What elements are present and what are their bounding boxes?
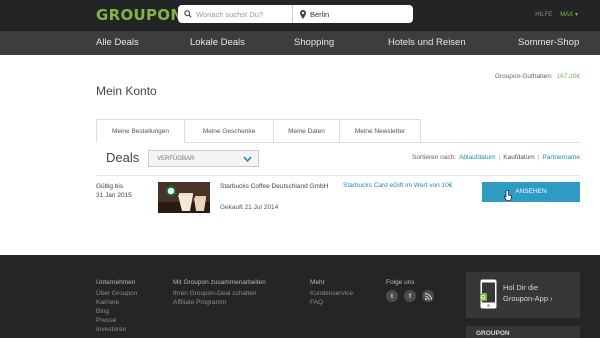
groupon-logo[interactable]: GROUPON xyxy=(96,6,183,24)
balance: Groupon-Guthaben: 167,30€ xyxy=(495,73,580,80)
header-links: HILFE MAX ▾ xyxy=(535,11,578,19)
location-field[interactable] xyxy=(294,5,413,23)
sort-separator: | xyxy=(498,154,501,161)
chevron-down-icon xyxy=(243,156,252,163)
footer-link[interactable]: Affiliate Programm xyxy=(173,298,266,307)
location-input[interactable] xyxy=(310,9,400,19)
footer-col-company: Unternehmen Über Groupon Karriere Blog P… xyxy=(96,278,137,334)
search-field[interactable] xyxy=(178,5,293,23)
location-pin-icon xyxy=(300,9,306,19)
footer-link[interactable]: FAQ xyxy=(310,298,353,307)
nav-item-hotels[interactable]: Hotels und Reisen xyxy=(388,31,466,55)
footer-link[interactable]: Investoren xyxy=(96,325,137,334)
search-icon xyxy=(184,10,192,18)
tab-orders[interactable]: Meine Bestellungen xyxy=(96,119,185,143)
nav-item-shopping[interactable]: Shopping xyxy=(294,31,334,55)
deal-title-link[interactable]: Starbucks Card eGift im Wert von 10€ xyxy=(343,182,452,189)
sort-partner[interactable]: Partnername xyxy=(542,154,580,161)
account-tabs: Meine Bestellungen Meine Geschenke Meine… xyxy=(96,119,421,143)
nav-item-all-deals[interactable]: Alle Deals xyxy=(96,31,139,55)
app-promo-line1: Hol Dir die xyxy=(503,283,539,292)
search-bar xyxy=(178,5,413,23)
footer-heading: Mit Groupon zusammenarbeiten xyxy=(173,279,266,286)
facebook-icon[interactable]: f xyxy=(404,290,416,302)
deal-thumbnail[interactable] xyxy=(158,182,210,213)
footer-link[interactable]: Kundenservice xyxy=(310,289,353,298)
nav-item-local-deals[interactable]: Lokale Deals xyxy=(190,31,245,55)
deal-row-divider xyxy=(96,175,580,176)
tabs-divider xyxy=(281,142,580,143)
mouse-cursor-icon xyxy=(504,190,512,201)
deals-heading: Deals xyxy=(106,150,140,165)
sort-label: Sortieren nach: xyxy=(411,154,457,161)
app-promo-text[interactable]: Hol Dir die Groupon-App › xyxy=(503,282,553,304)
footer-heading: Mehr xyxy=(310,279,325,286)
user-name: MAX xyxy=(560,12,574,18)
deal-validity: Gültig bis 31 Jan 2015 xyxy=(96,182,132,200)
footer-heading: Unternehmen xyxy=(96,279,136,286)
sort-options: Sortieren nach: Ablaufdatum | Kaufdatum … xyxy=(412,154,580,161)
app-promo-2-label: GROUPON xyxy=(476,330,510,337)
footer-link[interactable]: Ihren Groupon-Deal schalten xyxy=(173,289,266,298)
rss-glyph-icon xyxy=(424,292,432,300)
social-links: t f xyxy=(386,290,434,302)
footer-heading: Folge uns xyxy=(386,279,415,286)
tab-gifts[interactable]: Meine Geschenke xyxy=(185,119,274,143)
footer-col-follow: Folge uns xyxy=(386,278,415,289)
coffee-cups-image xyxy=(158,182,210,213)
svg-text:G: G xyxy=(481,295,486,301)
search-input[interactable] xyxy=(196,9,286,19)
tab-newsletter[interactable]: Meine Newsletter xyxy=(340,119,421,143)
merchant-name: Starbucks Coffee Deutschland GmbH xyxy=(220,183,329,190)
view-deal-button[interactable]: ANSEHEN xyxy=(482,182,580,202)
deal-status-select[interactable]: VERFÜGBAR xyxy=(148,150,259,167)
app-promo-2[interactable]: GROUPON xyxy=(466,326,580,338)
footer-link[interactable]: Über Groupon xyxy=(96,289,137,298)
footer-link[interactable]: Presse xyxy=(96,316,137,325)
footer-link[interactable]: Karriere xyxy=(96,298,137,307)
page-title: Mein Konto xyxy=(96,84,157,98)
twitter-icon[interactable]: t xyxy=(386,290,398,302)
footer-col-partners: Mit Groupon zusammenarbeiten Ihren Group… xyxy=(173,278,266,307)
phone-icon: G xyxy=(480,279,497,309)
balance-value: 167,30€ xyxy=(556,73,581,80)
valid-label: Gültig bis xyxy=(96,183,124,190)
footer-col-more: Mehr Kundenservice FAQ xyxy=(310,278,353,307)
rss-icon[interactable] xyxy=(422,290,434,302)
user-menu[interactable]: MAX ▾ xyxy=(560,11,578,18)
help-link[interactable]: HILFE xyxy=(535,12,552,18)
app-promo-line2: Groupon-App › xyxy=(503,294,553,303)
purchase-date: Gekauft 21 Jul 2014 xyxy=(220,204,279,211)
sort-separator: | xyxy=(537,154,540,161)
deal-status-value: VERFÜGBAR xyxy=(157,155,195,162)
valid-date: 31 Jan 2015 xyxy=(96,192,132,199)
balance-label: Groupon-Guthaben: xyxy=(494,73,553,80)
sort-expiry[interactable]: Ablaufdatum xyxy=(459,154,496,161)
tab-data[interactable]: Meine Daten xyxy=(274,119,340,143)
main-nav: Alle Deals Lokale Deals Shopping Hotels … xyxy=(0,31,600,55)
footer-link[interactable]: Blog xyxy=(96,307,137,316)
sort-purchase-date[interactable]: Kaufdatum xyxy=(503,154,534,161)
nav-item-summer-shop[interactable]: Sommer-Shop xyxy=(518,31,579,55)
